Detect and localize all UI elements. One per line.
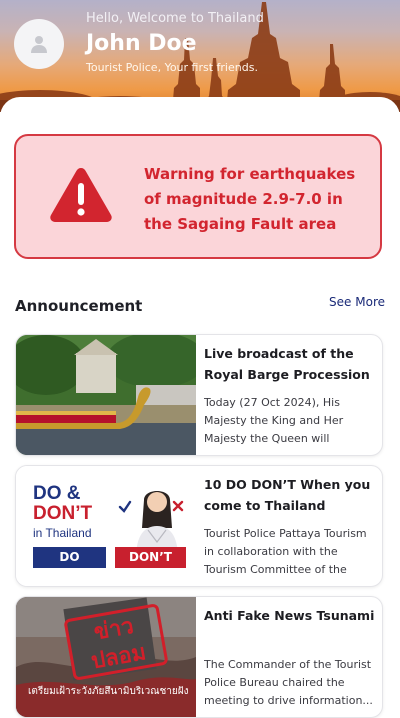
card-title: 10 DO DON’T When you come to Thailand bbox=[204, 477, 371, 513]
user-icon bbox=[31, 36, 47, 53]
card-excerpt: Today (27 Oct 2024), His Majesty the Kin… bbox=[204, 396, 344, 445]
user-name: John Doe bbox=[86, 31, 197, 56]
announcement-card[interactable]: ข่าวปลอม เตรียมเฝ้าระวังภัยสึนามิบริเวณช… bbox=[15, 596, 383, 718]
fake-news-image: ข่าวปลอม เตรียมเฝ้าระวังภัยสึนามิบริเวณช… bbox=[16, 597, 196, 717]
warning-triangle-icon bbox=[50, 168, 112, 222]
do-label: DO bbox=[33, 547, 106, 568]
do-dont-heading-dont: DON’T bbox=[33, 503, 93, 524]
header-banner: Hello, Welcome to Thailand John Doe Tour… bbox=[0, 0, 400, 112]
tagline-text: Tourist Police, Your first friends. bbox=[86, 61, 258, 74]
announcement-card[interactable]: Live broadcast of the Royal Barge Proces… bbox=[15, 334, 383, 456]
avatar[interactable] bbox=[14, 19, 64, 69]
earthquake-warning-banner[interactable]: Warning for earthquakes of magnitude 2.9… bbox=[14, 134, 382, 259]
card-excerpt: Tourist Police Pattaya Tourism in collab… bbox=[204, 527, 367, 576]
main-content: Warning for earthquakes of magnitude 2.9… bbox=[0, 97, 400, 718]
warning-text: Warning for earthquakes of magnitude 2.9… bbox=[144, 165, 356, 233]
do-dont-subheading: in Thailand bbox=[33, 526, 92, 540]
card-title: Live broadcast of the Royal Barge Proces… bbox=[204, 346, 370, 382]
welcome-block: Hello, Welcome to Thailand John Doe Tour… bbox=[86, 10, 264, 75]
do-dont-heading: DO & bbox=[33, 483, 81, 504]
checkmark-icon bbox=[118, 500, 132, 513]
fake-news-caption: เตรียมเฝ้าระวังภัยสึนามิบริเวณชายฝั่ง bbox=[28, 686, 189, 697]
announcement-card[interactable]: DO & DON’T in Thailand DO DON’T 10 DO DO… bbox=[15, 465, 383, 587]
royal-barge-image bbox=[16, 335, 196, 455]
do-dont-image: DO & DON’T in Thailand DO DON’T bbox=[16, 466, 196, 586]
card-title: Anti Fake News Tsunami bbox=[204, 608, 375, 623]
greeting-text: Hello, Welcome to Thailand bbox=[86, 11, 264, 26]
see-more-link[interactable]: See More bbox=[329, 295, 385, 309]
dont-label: DON’T bbox=[115, 547, 186, 568]
card-excerpt: The Commander of the Tourist Police Bure… bbox=[204, 658, 373, 707]
cross-icon bbox=[172, 500, 184, 512]
section-title-announcement: Announcement bbox=[15, 297, 143, 315]
